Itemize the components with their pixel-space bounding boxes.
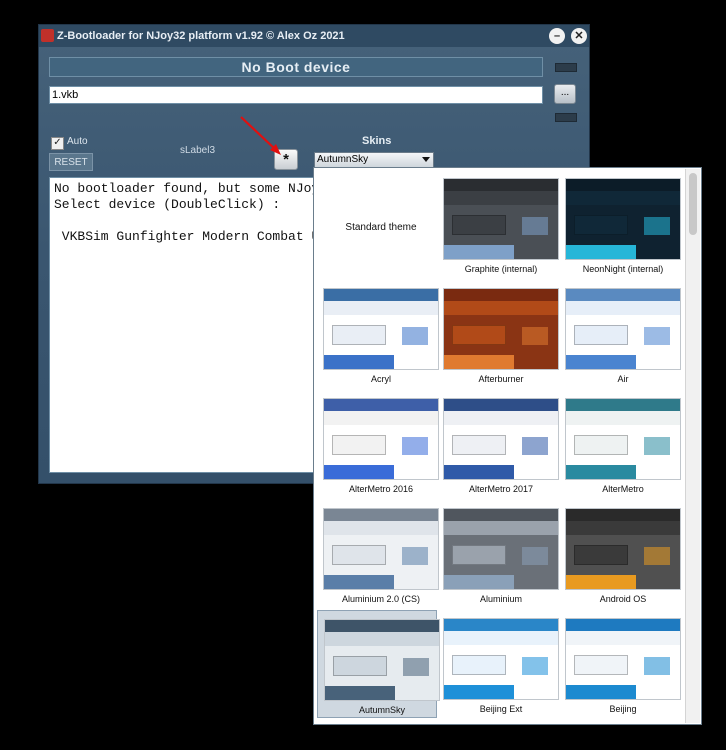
skin-item[interactable]: Aluminium <box>437 500 559 608</box>
skin-item-label: AlterMetro 2016 <box>348 484 414 494</box>
app-icon <box>41 29 54 42</box>
skins-selected-value: AutumnSky <box>317 154 369 165</box>
star-button[interactable]: * <box>274 149 298 170</box>
skin-item[interactable]: Android OS <box>559 500 681 608</box>
skins-label: Skins <box>362 135 392 147</box>
skin-item[interactable]: Standard theme <box>317 170 437 278</box>
skin-preview-image <box>323 288 439 370</box>
indicator-2 <box>555 113 577 122</box>
auto-checkbox[interactable]: ✓ <box>51 137 64 150</box>
chevron-down-icon[interactable] <box>422 157 430 162</box>
skin-preview-image <box>443 178 559 260</box>
log-output[interactable]: No bootloader found, but some NJoy3 Sele… <box>49 177 349 473</box>
close-button[interactable]: ✕ <box>571 28 587 44</box>
skin-preview-image <box>565 618 681 700</box>
skin-item-label: AutumnSky <box>358 705 406 715</box>
skin-preview-image <box>443 288 559 370</box>
slabel3: sLabel3 <box>180 145 216 156</box>
title-bar[interactable]: Z-Bootloader for NJoy32 platform v1.92 ©… <box>39 25 589 47</box>
skin-item[interactable]: AlterMetro <box>559 390 681 498</box>
skin-item[interactable]: Afterburner <box>437 280 559 388</box>
skin-item-label: Android OS <box>599 594 647 604</box>
skin-preview-image <box>565 398 681 480</box>
skin-item-label: AlterMetro 2017 <box>468 484 534 494</box>
skin-item-label: NeonNight (internal) <box>582 264 664 274</box>
skin-preview-image <box>443 398 559 480</box>
skin-item-label: Graphite (internal) <box>464 264 538 274</box>
skins-combobox[interactable]: AutumnSky <box>314 152 434 168</box>
skin-item[interactable]: Air <box>559 280 681 388</box>
skin-preview-image <box>323 508 439 590</box>
dropdown-scrollbar[interactable] <box>685 169 700 723</box>
file-path-field[interactable]: 1.vkb <box>49 86 543 104</box>
skins-dropdown-list[interactable]: Standard theme Graphite (internal) NeonNig… <box>313 167 702 725</box>
skin-item-label: Afterburner <box>478 374 524 384</box>
browse-button[interactable]: ... <box>554 84 576 104</box>
skin-item-label: Acryl <box>371 374 391 384</box>
skin-item-label: Beijing Ext <box>479 704 523 714</box>
skin-item[interactable]: Graphite (internal) <box>437 170 559 278</box>
skins-grid: Standard theme Graphite (internal) NeonNig… <box>314 168 686 724</box>
skin-preview-image <box>323 398 439 480</box>
skin-item[interactable]: AlterMetro 2017 <box>437 390 559 498</box>
skin-item[interactable]: Aluminium 2.0 (CS) <box>317 500 439 608</box>
minimize-button[interactable]: – <box>549 28 565 44</box>
skin-item[interactable]: NeonNight (internal) <box>559 170 681 278</box>
skin-item-label: Standard theme <box>345 222 417 233</box>
skin-item-label: AlterMetro <box>602 484 644 494</box>
skin-preview-image <box>443 508 559 590</box>
skin-preview-image <box>565 288 681 370</box>
skin-preview-image <box>565 508 681 590</box>
device-status-label: No Boot device <box>49 57 543 77</box>
indicator-1 <box>555 63 577 72</box>
skin-item-label: Aluminium 2.0 (CS) <box>341 594 421 604</box>
skin-item-label: Beijing <box>609 704 637 714</box>
window-title: Z-Bootloader for NJoy32 platform v1.92 ©… <box>57 30 345 42</box>
skin-item[interactable]: Beijing <box>559 610 681 718</box>
scrollbar-thumb[interactable] <box>689 173 697 235</box>
auto-checkbox-label: Auto <box>67 136 88 147</box>
skin-preview-image <box>565 178 681 260</box>
skin-item[interactable]: Beijing Ext <box>437 610 559 718</box>
skin-preview-image <box>324 619 440 701</box>
skin-item[interactable]: Acryl <box>317 280 439 388</box>
skin-preview-image <box>443 618 559 700</box>
reset-button[interactable]: RESET <box>49 153 93 171</box>
skin-item-label: Air <box>617 374 629 384</box>
skin-item-label: Aluminium <box>479 594 522 604</box>
skin-item[interactable]: AutumnSky <box>317 610 440 718</box>
skin-item[interactable]: AlterMetro 2016 <box>317 390 439 498</box>
